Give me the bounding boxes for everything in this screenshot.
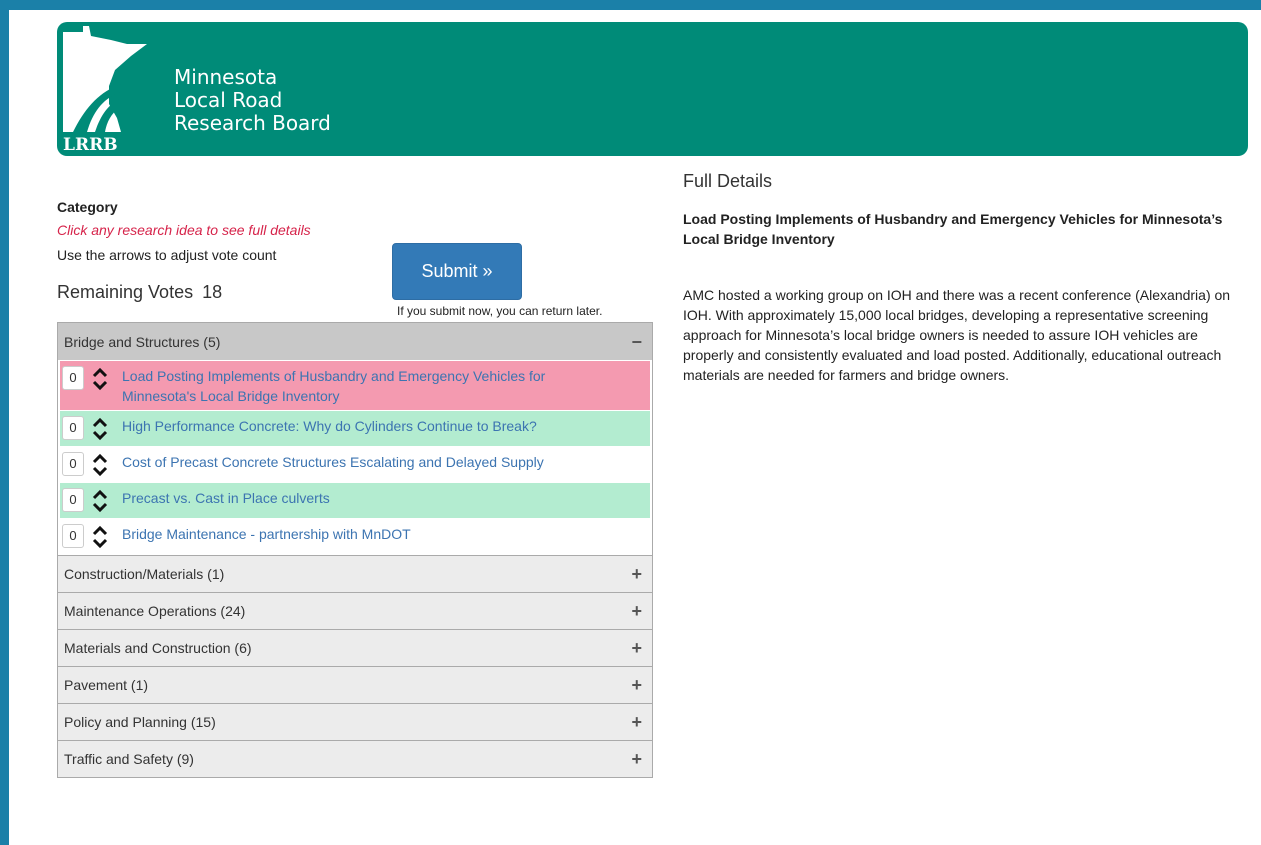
remaining-votes-label: Remaining Votes — [57, 282, 194, 302]
category-label: Maintenance Operations (24) — [64, 603, 246, 619]
category-header-traffic-and-safety[interactable]: Traffic and Safety (9) + — [58, 740, 652, 777]
category-header-pavement[interactable]: Pavement (1) + — [58, 666, 652, 703]
plus-icon[interactable]: + — [631, 676, 642, 694]
remaining-votes: Remaining Votes 18 — [57, 282, 222, 303]
window-frame-top — [0, 0, 1261, 10]
category-label: Materials and Construction (6) — [64, 640, 252, 656]
vote-count-input[interactable]: 0 — [62, 416, 84, 440]
up-down-chevron-icon[interactable] — [92, 366, 108, 392]
research-item-link[interactable]: Bridge Maintenance - partnership with Mn… — [122, 524, 650, 544]
up-down-chevron-icon[interactable] — [92, 488, 108, 514]
research-item-link[interactable]: High Performance Concrete: Why do Cylind… — [122, 416, 650, 436]
category-header-construction-materials[interactable]: Construction/Materials (1) + — [58, 555, 652, 592]
full-details-heading: Load Posting Implements of Husbandry and… — [683, 211, 1223, 247]
brand-line-3: Research Board — [174, 111, 331, 135]
vote-count-input[interactable]: 0 — [62, 366, 84, 390]
research-item: 0 Precast vs. Cast in Place culverts — [60, 483, 650, 518]
research-item-link[interactable]: Precast vs. Cast in Place culverts — [122, 488, 650, 508]
research-item-link[interactable]: Cost of Precast Concrete Structures Esca… — [122, 452, 650, 472]
submit-button[interactable]: Submit » — [392, 243, 522, 300]
category-label: Policy and Planning (15) — [64, 714, 216, 730]
full-details-body: AMC hosted a working group on IOH and th… — [683, 287, 1231, 383]
plus-icon[interactable]: + — [631, 750, 642, 768]
category-label: Traffic and Safety (9) — [64, 751, 194, 767]
site-header: LRRB Minnesota Local Road Research Board — [57, 22, 1248, 156]
category-header-maintenance-operations[interactable]: Maintenance Operations (24) + — [58, 592, 652, 629]
window-frame-left — [0, 0, 9, 845]
category-header-policy-and-planning[interactable]: Policy and Planning (15) + — [58, 703, 652, 740]
category-items-bridge-and-structures: 0 Load Posting Implements of Husbandry a… — [58, 361, 652, 554]
brand-line-1: Minnesota — [174, 65, 278, 89]
up-down-chevron-icon[interactable] — [92, 452, 108, 478]
category-header-bridge-and-structures[interactable]: Bridge and Structures (5) − — [58, 323, 652, 360]
click-hint: Click any research idea to see full deta… — [57, 222, 311, 238]
research-item-link[interactable]: Load Posting Implements of Husbandry and… — [122, 366, 650, 406]
vote-count-input[interactable]: 0 — [62, 488, 84, 512]
up-down-chevron-icon[interactable] — [92, 524, 108, 550]
research-item: 0 Cost of Precast Concrete Structures Es… — [60, 447, 650, 482]
submit-note: If you submit now, you can return later. — [397, 304, 603, 318]
plus-icon[interactable]: + — [631, 639, 642, 657]
vote-count-input[interactable]: 0 — [62, 452, 84, 476]
plus-icon[interactable]: + — [631, 602, 642, 620]
category-header-materials-and-construction[interactable]: Materials and Construction (6) + — [58, 629, 652, 666]
research-item: 0 High Performance Concrete: Why do Cyli… — [60, 411, 650, 446]
full-details-title: Full Details — [683, 171, 773, 191]
remaining-votes-value: 18 — [202, 282, 223, 302]
up-down-chevron-icon[interactable] — [92, 416, 108, 442]
category-label: Pavement (1) — [64, 677, 149, 693]
logo-text: LRRB — [63, 135, 118, 152]
plus-icon[interactable]: + — [631, 713, 642, 731]
research-item: 0 Load Posting Implements of Husbandry a… — [60, 361, 650, 410]
category-label: Construction/Materials (1) — [64, 566, 225, 582]
category-label: Bridge and Structures (5) — [64, 333, 221, 350]
brand-name[interactable]: Minnesota Local Road Research Board — [174, 66, 331, 135]
category-accordion: Bridge and Structures (5) − 0 Load Posti… — [57, 322, 653, 778]
category-title: Category — [57, 199, 118, 215]
brand-line-2: Local Road — [174, 88, 283, 112]
minus-icon[interactable]: − — [631, 333, 642, 351]
arrows-hint: Use the arrows to adjust vote count — [57, 247, 277, 263]
plus-icon[interactable]: + — [631, 565, 642, 583]
minnesota-logo-icon[interactable]: LRRB — [59, 26, 151, 152]
vote-count-input[interactable]: 0 — [62, 524, 84, 548]
research-item: 0 Bridge Maintenance - partnership with … — [60, 519, 650, 554]
